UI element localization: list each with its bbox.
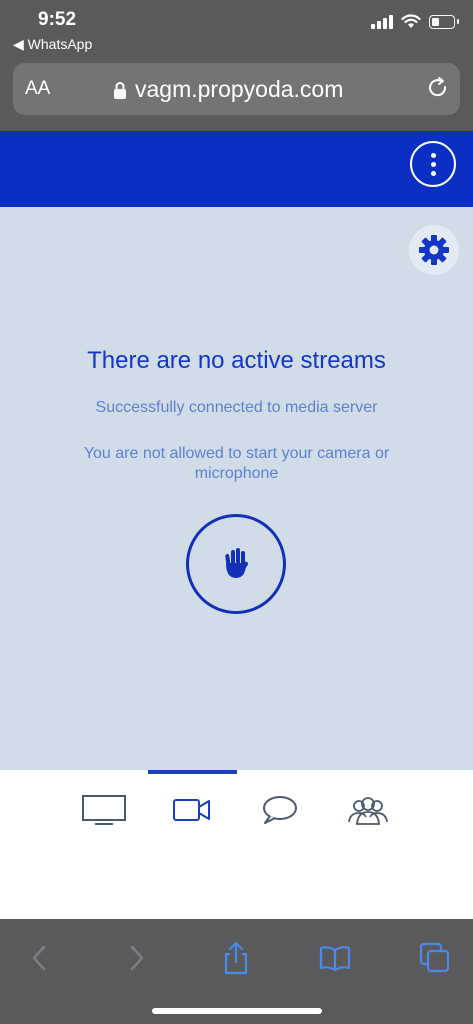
tab-chat[interactable] [250,790,310,830]
browser-bottom-toolbar [0,919,473,1024]
lock-icon [114,81,126,99]
share-icon [224,941,248,975]
video-camera-icon [173,799,210,821]
gear-icon [419,235,449,265]
status-icons [371,14,459,29]
dot [430,152,436,158]
raise-hand-icon [225,548,249,578]
dot [430,170,436,176]
tabs-button[interactable] [410,933,460,983]
url-text[interactable]: vagm.propyoda.com [135,76,343,103]
settings-button[interactable] [409,225,459,275]
book-icon [319,946,351,971]
chat-bubble-icon [263,796,297,824]
dot [430,161,436,167]
tab-participants[interactable] [338,790,398,830]
browser-back-button[interactable] [14,933,64,983]
browser-forward-button[interactable] [112,933,162,983]
battery-icon [429,14,459,29]
text-size-button[interactable]: AA [25,78,50,100]
stream-stage: There are no active streams Successfully… [0,207,473,770]
active-tab-indicator [148,770,237,774]
permission-message: You are not allowed to start your camera… [83,445,390,482]
app-header [0,131,473,207]
monitor-icon [82,795,126,825]
browser-top-chrome: 9:52 ◀ WhatsApp AA vagm.propyoda.com [0,0,473,131]
more-options-button[interactable] [410,141,456,187]
connection-status-text: Successfully connected to media server [95,399,378,416]
cellular-signal-icon [371,14,393,29]
bookmarks-button[interactable] [310,933,360,983]
status-time: 9:52 [38,9,77,30]
no-streams-title: There are no active streams [87,347,386,374]
raise-hand-button[interactable] [186,514,286,614]
share-button[interactable] [211,933,261,983]
home-indicator [152,1008,322,1014]
address-bar[interactable]: AA vagm.propyoda.com [13,63,460,115]
wifi-icon [401,14,421,28]
tabs-icon [419,942,450,973]
tab-screen[interactable] [74,790,134,830]
app-tab-bar [0,770,473,919]
chevron-left-icon [32,945,46,971]
back-to-app-link[interactable]: ◀ WhatsApp [13,36,92,53]
people-icon [348,797,388,825]
tab-video[interactable] [162,790,222,830]
chevron-right-icon [130,945,144,971]
reload-icon[interactable] [426,75,450,101]
